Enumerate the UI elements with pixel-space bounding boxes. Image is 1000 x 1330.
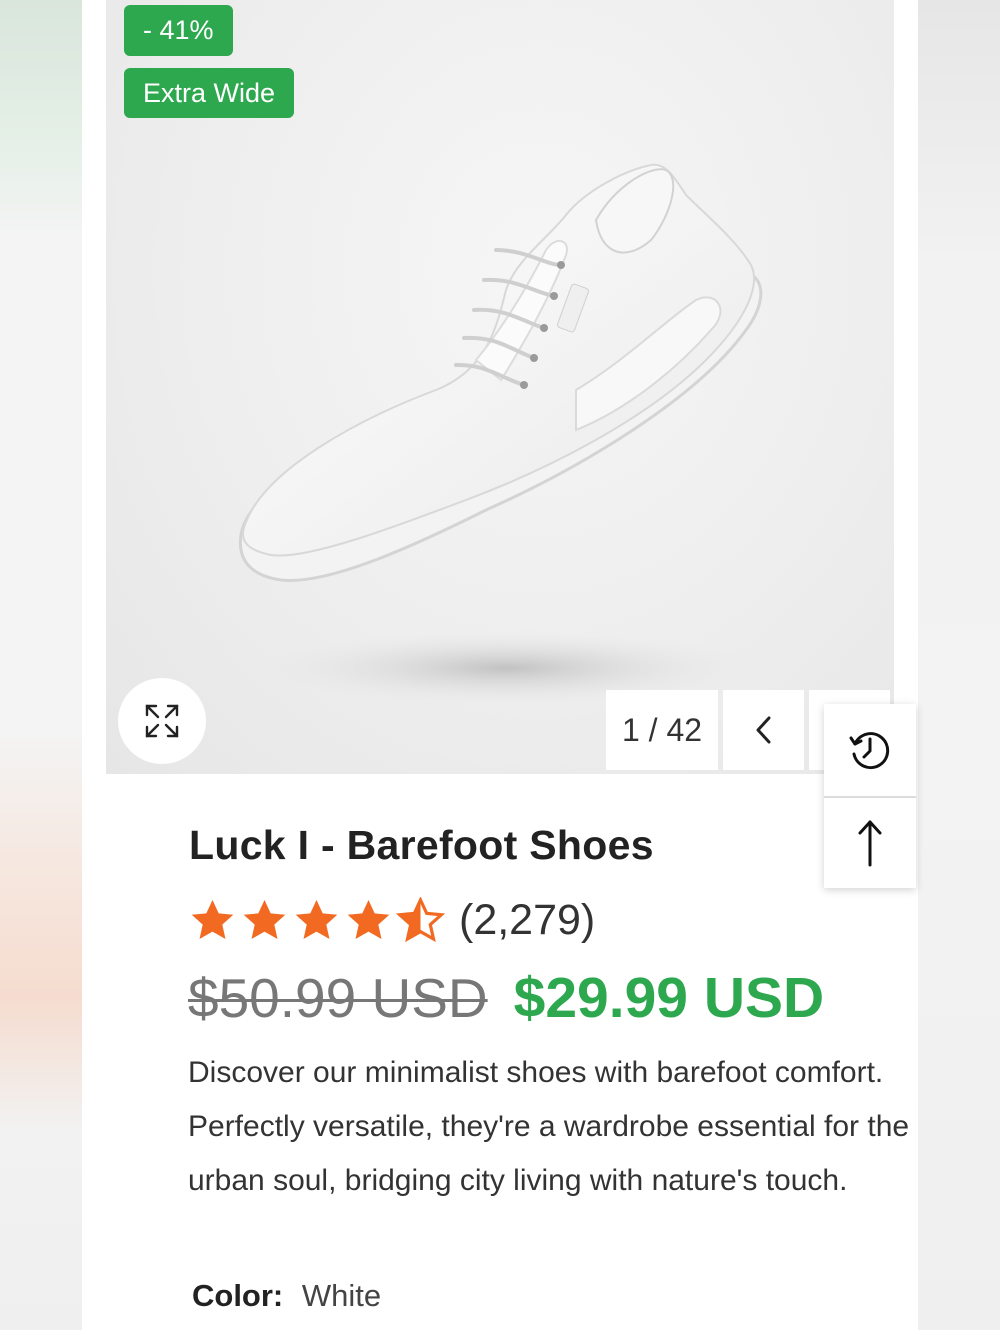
star-icon bbox=[347, 899, 390, 939]
original-price: $50.99 USD bbox=[188, 967, 488, 1029]
chevron-left-icon bbox=[756, 716, 770, 744]
recently-viewed-button[interactable] bbox=[824, 704, 916, 796]
product-rating[interactable]: (2,279) bbox=[188, 896, 595, 945]
previous-image-button[interactable] bbox=[723, 690, 804, 770]
price-row: $50.99 USD $29.99 USD bbox=[188, 965, 824, 1031]
star-icon bbox=[295, 899, 338, 939]
review-count[interactable]: (2,279) bbox=[459, 896, 595, 945]
image-counter: 1 / 42 bbox=[606, 690, 718, 770]
expand-image-button[interactable] bbox=[118, 678, 206, 764]
star-icon bbox=[243, 899, 286, 939]
history-icon bbox=[849, 732, 890, 770]
background-left bbox=[0, 0, 82, 1330]
star-icon bbox=[191, 899, 234, 939]
product-description: Discover our minimalist shoes with baref… bbox=[188, 1056, 910, 1197]
color-label: Color: bbox=[192, 1278, 284, 1313]
extra-wide-badge: Extra Wide bbox=[124, 68, 295, 118]
floating-actions bbox=[824, 704, 916, 888]
rating-stars bbox=[188, 896, 445, 945]
arrow-up-icon bbox=[858, 820, 882, 867]
color-value: White bbox=[301, 1278, 382, 1313]
color-selector-label: Color: White bbox=[192, 1278, 381, 1314]
expand-icon bbox=[145, 704, 179, 738]
discount-badge: - 41% bbox=[124, 5, 233, 56]
product-image-gallery[interactable]: - 41% Extra Wide 1 / 42 bbox=[106, 0, 894, 774]
half-star-icon bbox=[396, 896, 445, 942]
sale-price: $29.99 USD bbox=[513, 966, 825, 1030]
product-title: Luck I - Barefoot Shoes bbox=[189, 822, 654, 868]
back-to-top-button[interactable] bbox=[824, 796, 916, 888]
product-page: - 41% Extra Wide 1 / 42 Luck I - Barefoo… bbox=[82, 0, 918, 1330]
